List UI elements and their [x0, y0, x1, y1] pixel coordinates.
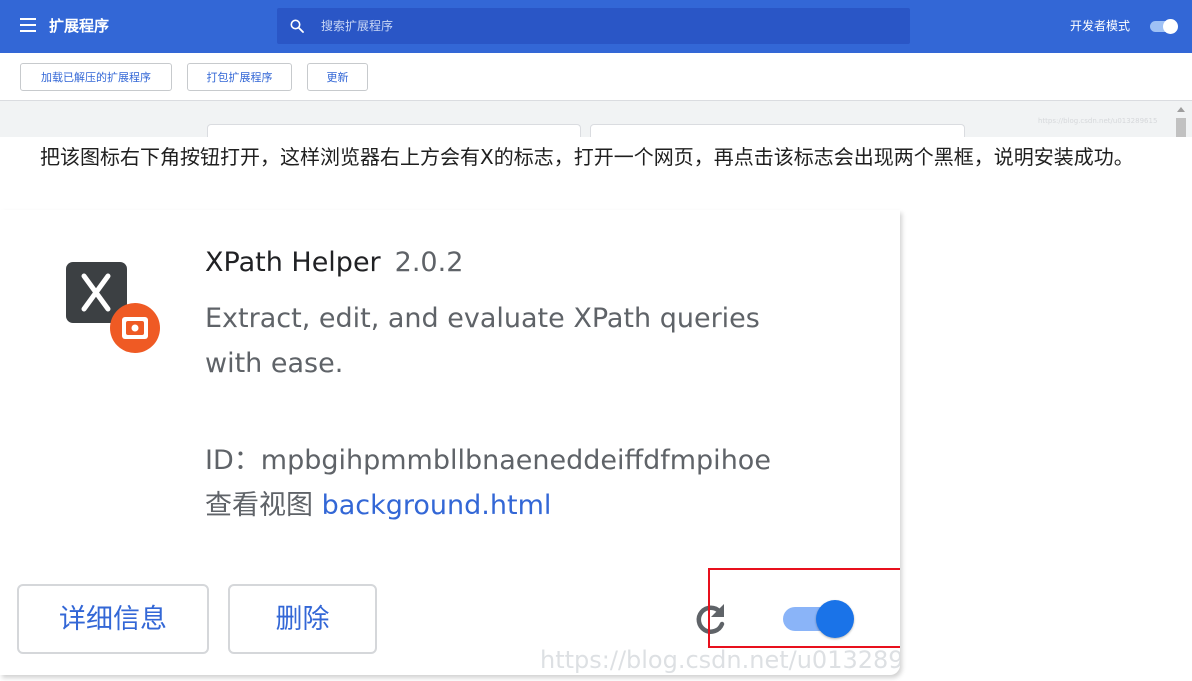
- watermark: https://blog.csdn.net/u013289615: [1038, 117, 1158, 125]
- extension-name: XPath Helper: [205, 247, 381, 278]
- search-input[interactable]: [319, 16, 879, 36]
- extension-card: XPath Helper 2.0.2 Extract, edit, and eva…: [0, 210, 900, 675]
- extension-id-row: ID：mpbgihpmmbllbnaeneddeiffdfmpihoe: [205, 442, 771, 480]
- extension-id-label: ID：: [205, 445, 261, 476]
- developer-mode-toggle-knob: [1163, 19, 1178, 34]
- xpath-helper-icon: [66, 262, 160, 353]
- watermark: https://blog.csdn.net/u013289615: [540, 646, 900, 674]
- toolbar: 加载已解压的扩展程序 打包扩展程序 更新: [0, 53, 1192, 101]
- inspect-views-row: 查看视图 background.html: [205, 487, 551, 525]
- extension-name-row: XPath Helper 2.0.2: [205, 246, 463, 280]
- hamburger-menu-icon[interactable]: [20, 18, 36, 32]
- details-button[interactable]: 详细信息: [17, 584, 209, 654]
- inspect-views-label: 查看视图: [205, 490, 322, 521]
- scroll-up-arrow-icon[interactable]: [1177, 107, 1185, 112]
- remove-button[interactable]: 删除: [228, 584, 377, 654]
- load-unpacked-button[interactable]: 加载已解压的扩展程序: [20, 63, 172, 91]
- search-bar[interactable]: [277, 8, 910, 44]
- background-page-link[interactable]: background.html: [322, 490, 552, 521]
- extension-version: 2.0.2: [394, 247, 464, 278]
- red-highlight-box: [708, 568, 900, 648]
- article-paragraph: 把该图标右下角按钮打开，这样浏览器右上方会有X的标志，打开一个网页，再点击该标志…: [0, 140, 1192, 174]
- extension-card-top-edge: [590, 124, 965, 137]
- developer-mode-label: 开发者模式: [1070, 19, 1131, 33]
- search-icon: [290, 19, 304, 33]
- extension-description: Extract, edit, and evaluate XPath querie…: [205, 303, 760, 379]
- top-header-bar: 扩展程序 开发者模式: [0, 0, 1192, 53]
- scrollbar[interactable]: [1174, 104, 1188, 137]
- page-title: 扩展程序: [49, 17, 110, 35]
- extension-card-top-edge: [207, 124, 581, 137]
- developer-mode-toggle[interactable]: [1150, 19, 1178, 34]
- extension-id-value: mpbgihpmmbllbnaeneddeiffdfmpihoe: [260, 445, 771, 476]
- update-button[interactable]: 更新: [307, 63, 368, 91]
- pack-extension-button[interactable]: 打包扩展程序: [187, 63, 292, 91]
- scrollbar-thumb[interactable]: [1176, 118, 1186, 137]
